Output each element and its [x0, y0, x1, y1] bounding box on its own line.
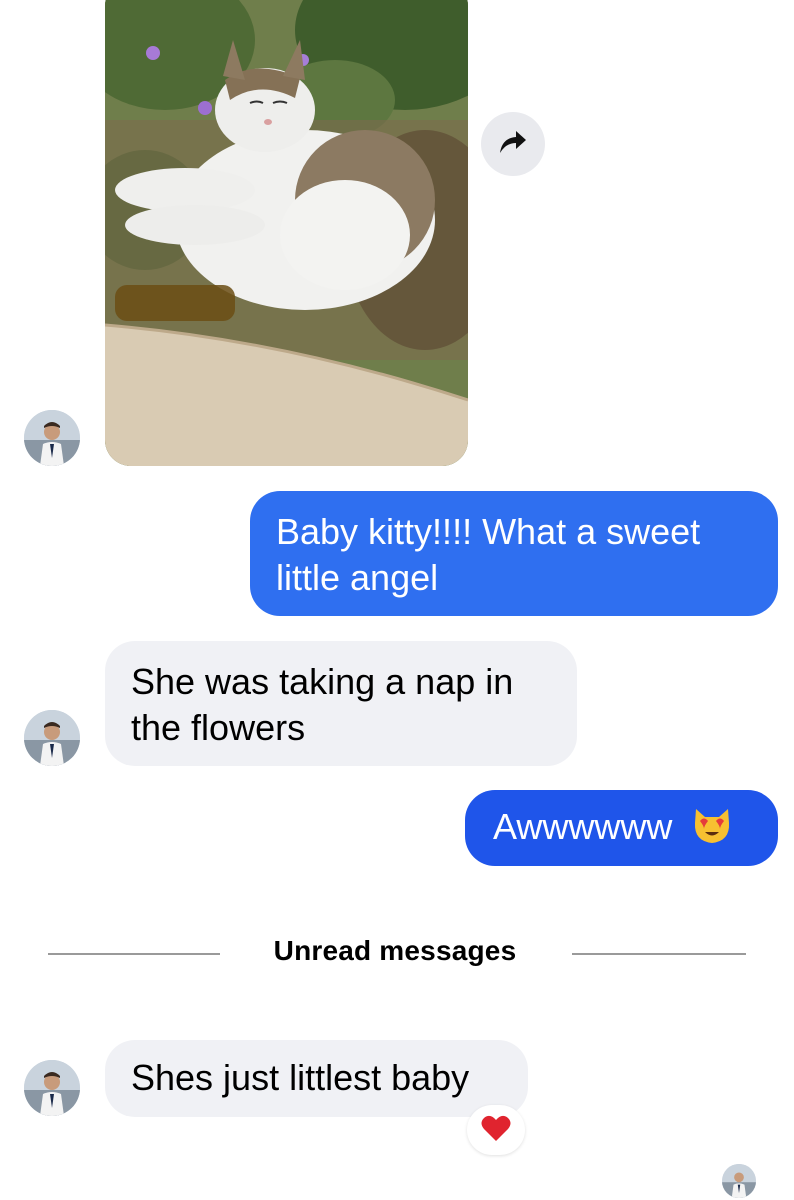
- unread-divider-label: Unread messages: [273, 935, 517, 966]
- share-button[interactable]: [481, 112, 545, 176]
- read-receipt-avatar: [722, 1164, 756, 1198]
- incoming-message-bubble[interactable]: Shes just littlest baby: [105, 1040, 528, 1117]
- share-arrow-icon: [498, 129, 528, 160]
- message-text: Shes just littlest baby: [131, 1057, 470, 1098]
- incoming-message-bubble[interactable]: She was taking a nap in the flowers: [105, 641, 577, 766]
- divider-line-left: [48, 953, 220, 955]
- message-text: Baby kitty!!!! What a sweet little angel: [276, 511, 701, 598]
- contact-avatar[interactable]: [24, 410, 80, 466]
- divider-line-right: [572, 953, 746, 955]
- red-heart-icon: [481, 1114, 511, 1147]
- message-text: Awwwwww: [493, 806, 673, 847]
- contact-avatar[interactable]: [24, 1060, 80, 1116]
- message-text: She was taking a nap in the flowers: [131, 661, 514, 748]
- cat-photo[interactable]: [105, 0, 468, 466]
- outgoing-message-bubble[interactable]: Baby kitty!!!! What a sweet little angel: [250, 491, 778, 616]
- heart-eyes-cat-icon: [692, 807, 732, 856]
- contact-avatar[interactable]: [24, 710, 80, 766]
- message-reaction[interactable]: [467, 1105, 525, 1155]
- outgoing-message-bubble[interactable]: Awwwwww: [465, 790, 778, 866]
